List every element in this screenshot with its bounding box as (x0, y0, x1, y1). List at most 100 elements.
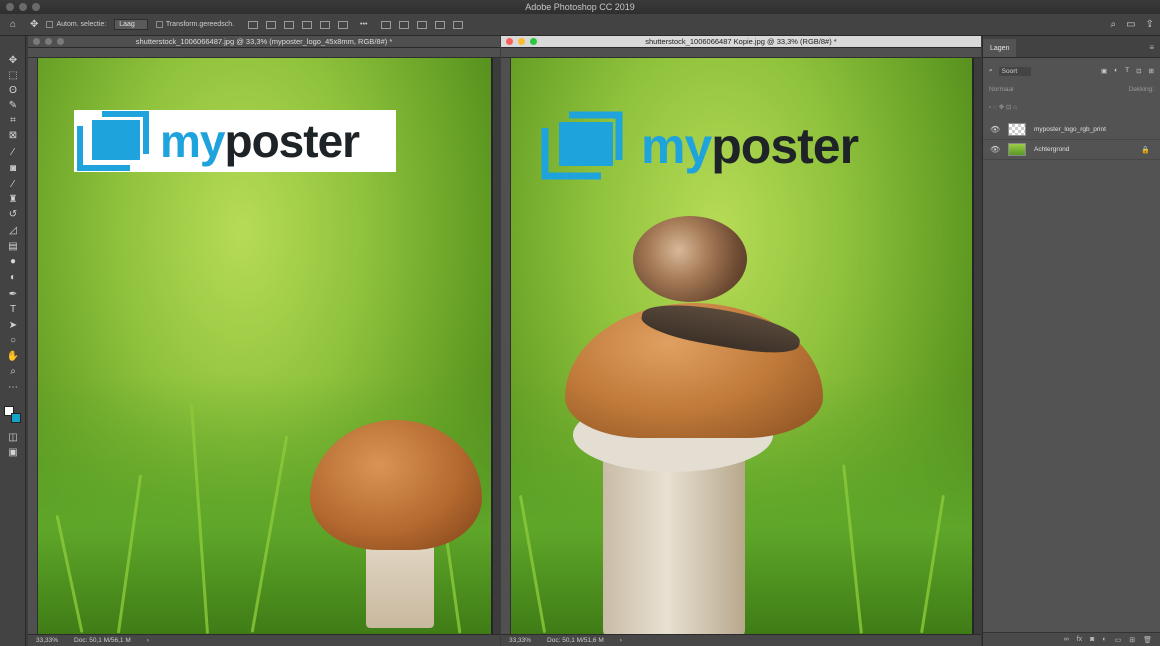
document-tab-2[interactable]: shutterstock_1006066487 Kopie.jpg @ 33,3… (501, 36, 981, 48)
eyedropper-tool-icon[interactable]: ⁄ (6, 146, 20, 158)
type-tool-icon[interactable]: T (6, 303, 20, 315)
3d-pan-icon[interactable] (417, 20, 428, 29)
layer-name[interactable]: Achtergrond (1034, 146, 1069, 153)
marquee-tool-icon[interactable]: ⬚ (6, 69, 20, 81)
more-options-button[interactable]: ••• (360, 21, 367, 28)
layer-row-background[interactable]: 👁 Achtergrond 🔒 (983, 140, 1160, 160)
quick-mask-icon[interactable]: ◫ (6, 431, 20, 443)
3d-rotate-icon[interactable] (399, 20, 410, 29)
layer-filter-dropdown[interactable]: Soort (998, 66, 1032, 76)
horizontal-ruler[interactable] (501, 48, 981, 58)
3d-slide-icon[interactable] (435, 20, 446, 29)
adjustment-filter-icon[interactable]: ◐ (1114, 67, 1118, 75)
brush-tool-icon[interactable]: ∕ (6, 178, 20, 190)
minimize-window-icon[interactable] (19, 3, 27, 11)
myposter-logo-icon (541, 111, 623, 180)
status-expand-icon[interactable]: › (147, 637, 149, 644)
move-tool-icon[interactable]: ✥ (6, 54, 20, 66)
3d-mode-icon[interactable] (381, 20, 392, 29)
delete-layer-icon[interactable]: 🗑 (1143, 636, 1152, 644)
lasso-tool-icon[interactable]: ʘ (6, 84, 20, 96)
doc-zoom-icon[interactable] (57, 38, 64, 45)
align-middle-icon[interactable] (320, 20, 331, 29)
vertical-ruler[interactable] (28, 58, 38, 634)
zoom-tool-icon[interactable]: ⌕ (6, 365, 20, 377)
vertical-scrollbar[interactable] (493, 58, 500, 634)
clone-stamp-tool-icon[interactable]: ♜ (6, 193, 20, 205)
new-group-icon[interactable]: ▭ (1115, 636, 1122, 644)
close-window-icon[interactable] (6, 3, 14, 11)
auto-select-option[interactable]: Autom. selectie: (46, 21, 106, 28)
workspace-icon[interactable]: ▭ (1126, 19, 1135, 30)
visibility-eye-icon[interactable]: 👁 (990, 125, 1000, 134)
healing-brush-tool-icon[interactable]: ◙ (6, 162, 20, 174)
pixel-filter-icon[interactable]: ▣ (1101, 67, 1107, 75)
window-controls[interactable] (6, 3, 40, 11)
link-layers-icon[interactable]: ∞ (1064, 636, 1069, 643)
zoom-level[interactable]: 33,33% (509, 637, 531, 644)
zoom-window-icon[interactable] (32, 3, 40, 11)
background-color-swatch[interactable] (11, 413, 21, 423)
auto-select-dropdown[interactable]: Laag (114, 19, 148, 30)
add-mask-icon[interactable]: ◙ (1090, 636, 1094, 643)
document-info: Doc: 50,1 M/56,1 M (74, 637, 131, 644)
layer-row-logo[interactable]: 👁 myposter_logo_rgb_print (983, 120, 1160, 140)
lock-icons[interactable]: ▫ ◌ ✥ ⊡ ⌂ (989, 103, 1017, 111)
document-tab-1[interactable]: shutterstock_1006066487.jpg @ 33,3% (myp… (28, 36, 500, 48)
align-right-icon[interactable] (284, 20, 295, 29)
blur-tool-icon[interactable]: ● (6, 255, 20, 267)
auto-select-checkbox[interactable] (46, 21, 54, 28)
doc-close-icon[interactable] (33, 38, 40, 45)
share-icon[interactable]: ⇪ (1146, 19, 1154, 30)
gradient-tool-icon[interactable]: ▤ (6, 240, 20, 252)
vertical-ruler[interactable] (501, 58, 511, 634)
quick-select-tool-icon[interactable]: ✎ (6, 99, 20, 111)
3d-scale-icon[interactable] (453, 20, 464, 29)
layer-style-icon[interactable]: fx (1077, 636, 1082, 643)
crop-tool-icon[interactable]: ⌗ (6, 114, 20, 126)
dodge-tool-icon[interactable]: ◐ (6, 271, 20, 283)
home-icon[interactable]: ⌂ (10, 19, 16, 30)
visibility-eye-icon[interactable]: 👁 (990, 145, 1000, 154)
move-tool-icon[interactable]: ✥ (30, 19, 38, 30)
doc-minimize-icon[interactable] (45, 38, 52, 45)
status-expand-icon[interactable]: › (620, 637, 622, 644)
transform-checkbox[interactable] (155, 21, 163, 28)
doc-minimize-icon[interactable] (518, 38, 525, 45)
new-layer-icon[interactable]: ⊞ (1129, 636, 1135, 644)
screen-mode-icon[interactable]: ▣ (6, 446, 20, 458)
search-icon[interactable]: ⌕ (1111, 19, 1117, 30)
layer-name[interactable]: myposter_logo_rgb_print (1034, 126, 1106, 133)
doc-close-icon[interactable] (506, 38, 513, 45)
pen-tool-icon[interactable]: ✒ (6, 288, 20, 300)
edit-toolbar-icon[interactable]: ⋯ (6, 381, 20, 393)
align-left-icon[interactable] (248, 20, 259, 29)
myposter-logo-layer[interactable]: myposter (539, 110, 859, 182)
vertical-scrollbar[interactable] (974, 58, 981, 634)
align-center-icon[interactable] (266, 20, 277, 29)
lock-icon[interactable]: 🔒 (1141, 146, 1150, 154)
doc-zoom-icon[interactable] (530, 38, 537, 45)
document-canvas[interactable]: myposter (38, 58, 491, 634)
horizontal-ruler[interactable] (28, 48, 500, 58)
align-top-icon[interactable] (302, 20, 313, 29)
eraser-tool-icon[interactable]: ◿ (6, 224, 20, 236)
frame-tool-icon[interactable]: ⊠ (6, 129, 20, 141)
shape-tool-icon[interactable]: ○ (6, 334, 20, 346)
smart-object-filter-icon[interactable]: ⊞ (1149, 67, 1154, 75)
panel-menu-icon[interactable]: ≡ (1149, 43, 1154, 52)
type-filter-icon[interactable]: T (1125, 67, 1129, 75)
align-bottom-icon[interactable] (338, 20, 349, 29)
path-select-tool-icon[interactable]: ➤ (6, 319, 20, 331)
document-canvas[interactable]: myposter (511, 58, 972, 634)
tab-layers[interactable]: Lagen (983, 39, 1017, 57)
blend-mode-dropdown[interactable]: Normaal (989, 86, 1014, 93)
history-brush-tool-icon[interactable]: ↺ (6, 208, 20, 220)
hand-tool-icon[interactable]: ✋ (6, 350, 20, 362)
options-bar: ⌂ ✥ Autom. selectie: Laag Transform.gere… (0, 14, 1160, 36)
zoom-level[interactable]: 33,33% (36, 637, 58, 644)
transform-controls-option[interactable]: Transform.gereedsch. (155, 21, 234, 28)
myposter-logo-layer[interactable]: myposter (74, 110, 396, 172)
adjustment-layer-icon[interactable]: ◐ (1102, 636, 1106, 643)
shape-filter-icon[interactable]: ⊡ (1136, 67, 1141, 75)
